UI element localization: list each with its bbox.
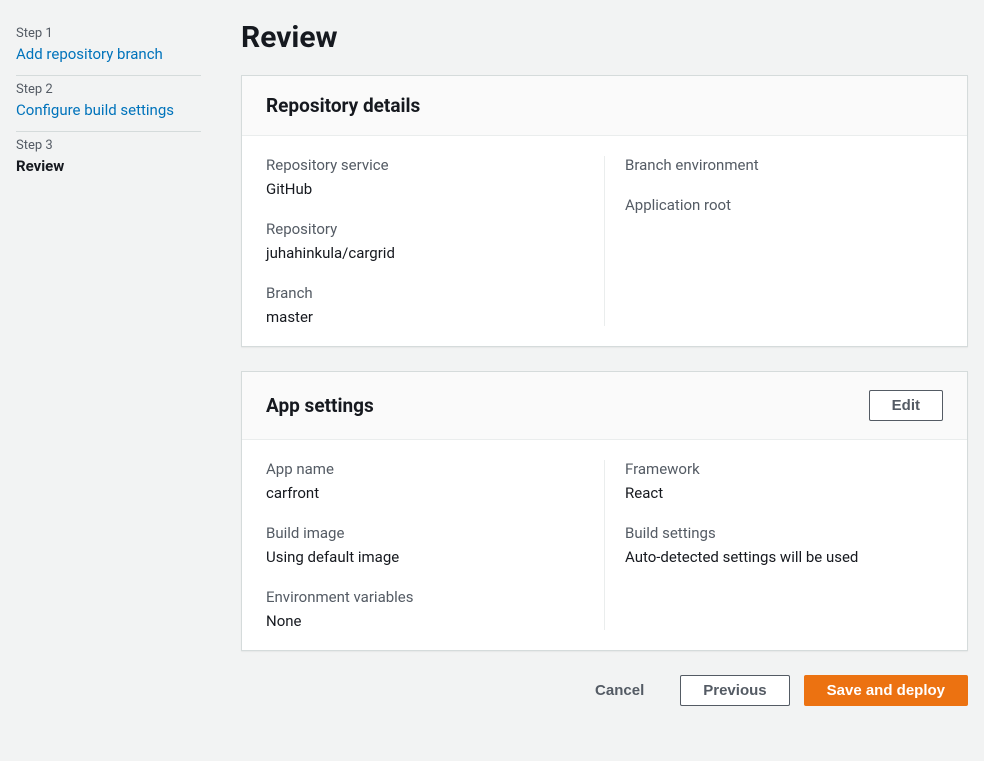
cancel-button[interactable]: Cancel: [573, 676, 666, 705]
field-value: Using default image: [266, 548, 584, 566]
step-label: Step 2: [16, 82, 201, 97]
branch-environment-field: Branch environment: [625, 156, 943, 174]
field-value: GitHub: [266, 180, 584, 198]
column-divider: [604, 460, 605, 630]
main-content: Review Repository details Repository ser…: [241, 20, 968, 706]
column-divider: [604, 156, 605, 326]
card-title: App settings: [266, 394, 374, 417]
step-3: Step 3 Review: [16, 132, 201, 187]
field-label: Repository: [266, 220, 584, 238]
save-and-deploy-button[interactable]: Save and deploy: [804, 675, 968, 706]
step-label: Step 3: [16, 138, 201, 153]
app-settings-card: App settings Edit App name carfront Buil…: [241, 371, 968, 651]
repository-service-field: Repository service GitHub: [266, 156, 584, 198]
field-label: App name: [266, 460, 584, 478]
field-value: carfront: [266, 484, 584, 502]
field-label: Build image: [266, 524, 584, 542]
environment-variables-field: Environment variables None: [266, 588, 584, 630]
left-column: App name carfront Build image Using defa…: [266, 460, 604, 630]
field-value: None: [266, 612, 584, 630]
repository-field: Repository juhahinkula/cargrid: [266, 220, 584, 262]
wizard-sidebar: Step 1 Add repository branch Step 2 Conf…: [16, 20, 201, 706]
field-label: Environment variables: [266, 588, 584, 606]
field-label: Branch environment: [625, 156, 943, 174]
card-body: Repository service GitHub Repository juh…: [242, 136, 967, 346]
previous-button[interactable]: Previous: [680, 675, 789, 706]
repository-details-card: Repository details Repository service Gi…: [241, 75, 968, 347]
app-name-field: App name carfront: [266, 460, 584, 502]
field-label: Build settings: [625, 524, 943, 542]
page-title: Review: [241, 20, 968, 55]
right-column: Framework React Build settings Auto-dete…: [625, 460, 943, 630]
card-title: Repository details: [266, 94, 420, 117]
card-header: Repository details: [242, 76, 967, 136]
branch-field: Branch master: [266, 284, 584, 326]
left-column: Repository service GitHub Repository juh…: [266, 156, 604, 326]
field-label: Repository service: [266, 156, 584, 174]
build-image-field: Build image Using default image: [266, 524, 584, 566]
card-header: App settings Edit: [242, 372, 967, 440]
step-1-title[interactable]: Add repository branch: [16, 45, 201, 63]
field-value: Auto-detected settings will be used: [625, 548, 943, 566]
field-label: Branch: [266, 284, 584, 302]
step-1: Step 1 Add repository branch: [16, 20, 201, 76]
field-label: Application root: [625, 196, 943, 214]
build-settings-field: Build settings Auto-detected settings wi…: [625, 524, 943, 566]
field-label: Framework: [625, 460, 943, 478]
step-label: Step 1: [16, 26, 201, 41]
framework-field: Framework React: [625, 460, 943, 502]
field-value: master: [266, 308, 584, 326]
edit-button[interactable]: Edit: [869, 390, 943, 421]
step-3-title: Review: [16, 157, 201, 175]
step-2: Step 2 Configure build settings: [16, 76, 201, 132]
right-column: Branch environment Application root: [625, 156, 943, 326]
card-body: App name carfront Build image Using defa…: [242, 440, 967, 650]
footer-actions: Cancel Previous Save and deploy: [241, 675, 968, 706]
field-value: React: [625, 484, 943, 502]
field-value: juhahinkula/cargrid: [266, 244, 584, 262]
application-root-field: Application root: [625, 196, 943, 214]
page-container: Step 1 Add repository branch Step 2 Conf…: [0, 0, 984, 726]
step-2-title[interactable]: Configure build settings: [16, 101, 201, 119]
